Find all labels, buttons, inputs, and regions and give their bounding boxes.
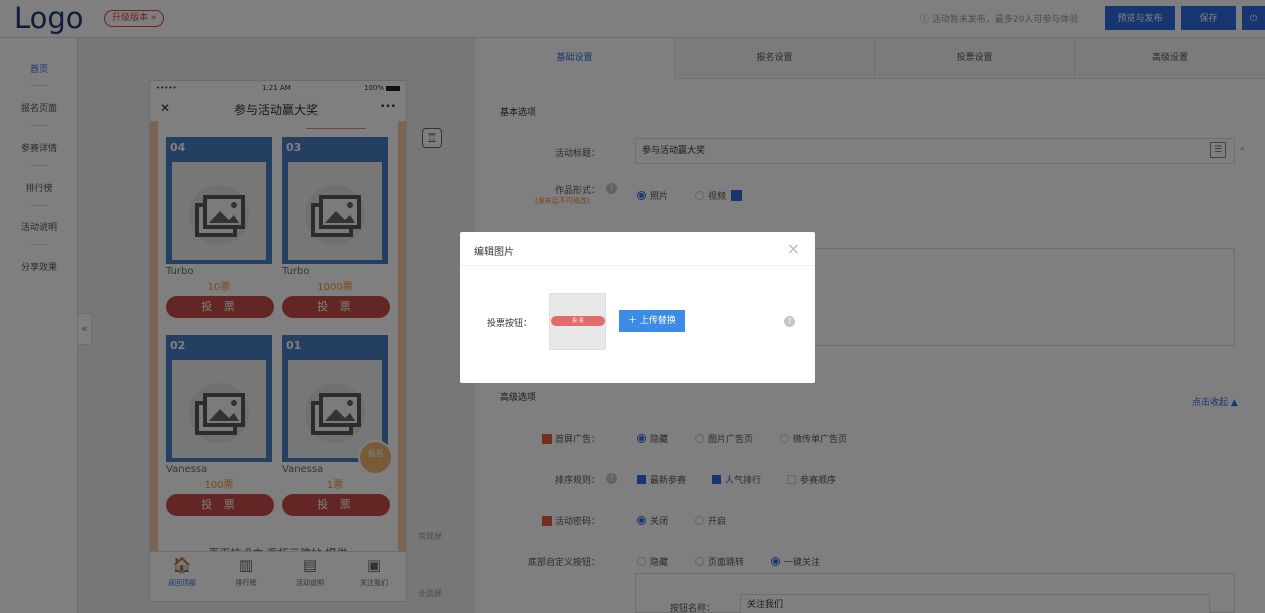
close-icon[interactable]: ×	[787, 239, 800, 258]
upload-replace-button[interactable]: ＋ 上传替换	[619, 310, 685, 332]
vote-button-label: 投票按钮：	[487, 319, 533, 329]
modal-header: 编辑图片 ×	[460, 232, 815, 266]
app-root: Logo 升级版本 » ⓘ 活动暂未发布，最多20人可参与体验 预览与发布 保存…	[0, 0, 1265, 613]
preview-vote-button: 投 票	[551, 316, 605, 326]
vote-button-preview: 投 票	[549, 293, 606, 350]
modal-title: 编辑图片	[474, 247, 514, 258]
help-icon[interactable]: ?	[784, 316, 795, 327]
edit-image-modal: 编辑图片 × 投票按钮： 投 票 ＋ 上传替换 ?	[460, 232, 815, 383]
